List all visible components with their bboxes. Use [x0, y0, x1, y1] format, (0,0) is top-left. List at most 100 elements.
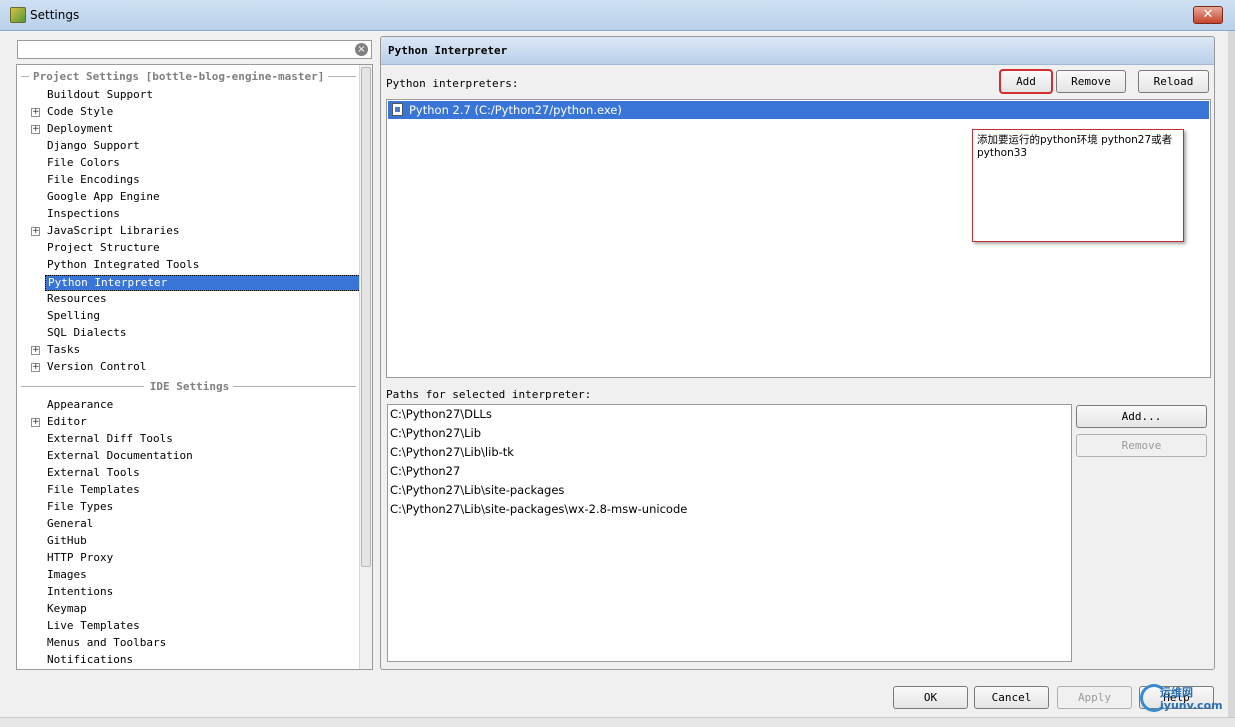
window-right-edge	[1228, 31, 1235, 717]
tree-item-images[interactable]: Images	[31, 568, 356, 583]
path-row[interactable]: C:\Python27\Lib	[390, 424, 481, 443]
paths-list[interactable]: C:\Python27\DLLs C:\Python27\Lib C:\Pyth…	[387, 404, 1072, 662]
expand-icon[interactable]: +	[31, 363, 40, 372]
tree-item-file-encodings[interactable]: File Encodings	[31, 173, 356, 188]
title-bar: Settings ✕	[0, 0, 1235, 31]
tree-item-buildout-support[interactable]: Buildout Support	[31, 88, 356, 103]
tree-item-resources[interactable]: Resources	[31, 292, 356, 307]
project-settings-header: Project Settings [bottle-blog-engine-mas…	[21, 69, 356, 83]
tree-item-label: Django Support	[47, 139, 140, 152]
apply-button[interactable]: Apply	[1057, 686, 1132, 709]
add-path-button[interactable]: Add...	[1076, 405, 1207, 428]
tree-item-spelling[interactable]: Spelling	[31, 309, 356, 324]
tree-item-keymap[interactable]: Keymap	[31, 602, 356, 617]
tree-item-notifications[interactable]: Notifications	[31, 653, 356, 668]
tree-item-label: Images	[47, 568, 87, 581]
reload-interpreter-button[interactable]: Reload	[1138, 70, 1209, 93]
tree-item-label: Tasks	[47, 343, 81, 356]
watermark: 运维网 iyunv.com	[1160, 686, 1223, 712]
annotation-callout: 添加要运行的python环境 python27或者python33	[972, 129, 1184, 242]
expand-icon[interactable]: +	[31, 418, 40, 427]
settings-tree: Project Settings [bottle-blog-engine-mas…	[16, 64, 373, 670]
tree-item-file-colors[interactable]: File Colors	[31, 156, 356, 171]
add-interpreter-button[interactable]: Add	[999, 69, 1053, 94]
interpreter-row-label: Python 2.7 (C:/Python27/python.exe)	[409, 103, 622, 117]
expand-icon[interactable]: +	[31, 346, 40, 355]
paths-label: Paths for selected interpreter:	[386, 388, 592, 401]
tree-item-label: Python Integrated Tools	[47, 258, 200, 271]
path-row[interactable]: C:\Python27\Lib\site-packages\wx-2.8-msw…	[390, 500, 687, 519]
expand-icon[interactable]: +	[31, 227, 40, 236]
tree-item-label: Editor	[47, 415, 87, 428]
tree-item-label: File Colors	[47, 156, 120, 169]
tree-item-label: Keymap	[47, 602, 87, 615]
remove-path-button[interactable]: Remove	[1076, 434, 1207, 457]
tree-item-tasks[interactable]: + Tasks	[31, 343, 356, 358]
tree-item-google-app-engine[interactable]: Google App Engine	[31, 190, 356, 205]
tree-item-editor[interactable]: + Editor	[31, 415, 356, 430]
cancel-button[interactable]: Cancel	[974, 686, 1049, 709]
path-row[interactable]: C:\Python27\Lib\lib-tk	[390, 443, 514, 462]
tree-item-label: Google App Engine	[47, 190, 160, 203]
tree-item-code-style[interactable]: + Code Style	[31, 105, 356, 120]
tree-scrollbar[interactable]	[359, 65, 372, 669]
tree-item-version-control[interactable]: + Version Control	[31, 360, 356, 375]
tree-item-label: Version Control	[47, 360, 147, 373]
interpreter-row[interactable]: Python 2.7 (C:/Python27/python.exe)	[388, 101, 1209, 119]
tree-item-intentions[interactable]: Intentions	[31, 585, 356, 600]
tree-item-appearance[interactable]: Appearance	[31, 398, 356, 413]
close-button[interactable]: ✕	[1193, 6, 1223, 24]
tree-item-javascript-libraries[interactable]: + JavaScript Libraries	[31, 224, 356, 239]
panel-title: Python Interpreter	[388, 44, 508, 57]
tree-item-label: External Documentation	[47, 449, 193, 462]
path-row[interactable]: C:\Python27	[390, 462, 460, 481]
tree-item-python-interpreter[interactable]: Python Interpreter	[31, 275, 369, 291]
tree-item-github[interactable]: GitHub	[31, 534, 356, 549]
tree-item-label: Python Interpreter	[45, 275, 369, 291]
project-settings-header-label: Project Settings [bottle-blog-engine-mas…	[33, 69, 325, 83]
tree-item-label: External Tools	[47, 466, 140, 479]
tree-item-menus-and-toolbars[interactable]: Menus and Toolbars	[31, 636, 356, 651]
tree-item-label: HTTP Proxy	[47, 551, 114, 564]
clear-search-icon[interactable]: ×	[355, 43, 368, 56]
tree-item-http-proxy[interactable]: HTTP Proxy	[31, 551, 356, 566]
tree-item-general[interactable]: General	[31, 517, 356, 532]
tree-item-label: File Encodings	[47, 173, 140, 186]
tree-item-deployment[interactable]: + Deployment	[31, 122, 356, 137]
interpreters-label: Python interpreters:	[386, 77, 519, 90]
tree-item-external-tools[interactable]: External Tools	[31, 466, 356, 481]
expand-icon[interactable]: +	[31, 125, 40, 134]
tree-item-label: Appearance	[47, 398, 114, 411]
tree-item-file-types[interactable]: File Types	[31, 500, 356, 515]
ok-button[interactable]: OK	[893, 686, 968, 709]
path-row[interactable]: C:\Python27\DLLs	[390, 405, 492, 424]
tree-item-external-diff-tools[interactable]: External Diff Tools	[31, 432, 356, 447]
expand-icon[interactable]: +	[31, 108, 40, 117]
settings-search-input[interactable]	[18, 41, 348, 58]
tree-item-python-integrated-tools[interactable]: Python Integrated Tools	[31, 258, 356, 273]
tree-item-label: Buildout Support	[47, 88, 153, 101]
path-row[interactable]: C:\Python27\Lib\site-packages	[390, 481, 564, 500]
tree-item-sql-dialects[interactable]: SQL Dialects	[31, 326, 356, 341]
tree-item-label: General	[47, 517, 94, 530]
remove-interpreter-button[interactable]: Remove	[1056, 70, 1126, 93]
tree-item-django-support[interactable]: Django Support	[31, 139, 356, 154]
ide-settings-header-label: IDE Settings	[149, 379, 230, 393]
panel-header: Python Interpreter	[381, 37, 1214, 65]
python-file-icon	[392, 103, 403, 116]
tree-item-label: Code Style	[47, 105, 114, 118]
tree-item-label: Menus and Toolbars	[47, 636, 167, 649]
tree-item-live-templates[interactable]: Live Templates	[31, 619, 356, 634]
tree-item-inspections[interactable]: Inspections	[31, 207, 356, 222]
settings-search-box[interactable]: ×	[17, 40, 372, 59]
tree-item-label: Resources	[47, 292, 107, 305]
tree-scrollbar-thumb[interactable]	[361, 67, 371, 567]
window-bottom-strip	[0, 717, 1235, 727]
tree-item-label: Notifications	[47, 653, 134, 666]
tree-item-label: GitHub	[47, 534, 87, 547]
tree-item-label: JavaScript Libraries	[47, 224, 180, 237]
tree-item-file-templates[interactable]: File Templates	[31, 483, 356, 498]
tree-item-project-structure[interactable]: Project Structure	[31, 241, 356, 256]
tree-item-label: Intentions	[47, 585, 114, 598]
tree-item-external-documentation[interactable]: External Documentation	[31, 449, 356, 464]
